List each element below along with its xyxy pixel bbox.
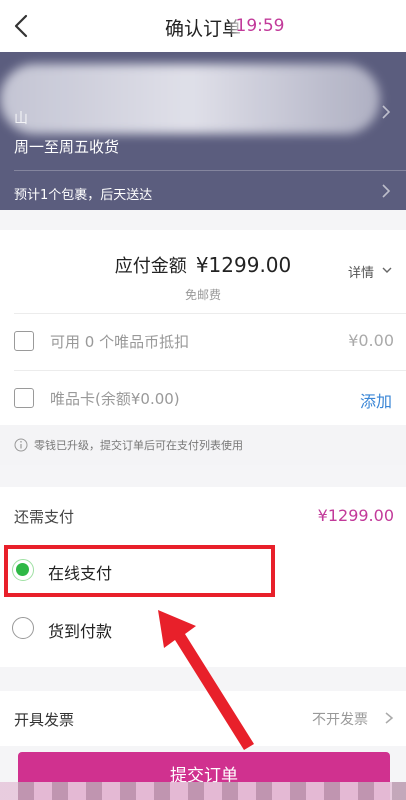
amount-value: ¥1299.00 (195, 253, 292, 277)
coin-checkbox[interactable] (14, 331, 34, 351)
delivery-estimate[interactable]: 预计1个包裹，后天送达 (14, 184, 152, 203)
invoice-label: 开具发票 (14, 711, 75, 729)
notice-text: 零钱已升级，提交订单后可在支付列表使用 (34, 439, 243, 452)
chevron-down-icon[interactable] (382, 264, 392, 276)
remaining-value: ¥1299.00 (317, 506, 394, 525)
amount-label: 应付金额 (114, 256, 187, 277)
shipping-note: 免邮费 (184, 288, 221, 302)
highlight-box (4, 545, 275, 597)
chevron-right-icon (382, 105, 391, 119)
coin-label: 可用 0 个唯品币抵扣 (50, 333, 190, 351)
info-icon (14, 438, 28, 452)
invoice-row[interactable]: 开具发票 不开发票 (0, 691, 406, 746)
receive-time: 周一至周五收货 (14, 138, 120, 156)
address-section[interactable]: 山 周一至周五收货 预计1个包裹，后天送达 (0, 52, 406, 210)
coin-deduction-row[interactable]: 可用 0 个唯品币抵扣 ¥0.00 (0, 314, 406, 370)
vip-card-checkbox[interactable] (14, 388, 34, 408)
bottom-overlay (0, 782, 406, 800)
order-summary-card: 应付金额 ¥1299.00 免邮费 详情 可用 0 个唯品币抵扣 ¥0.00 唯… (0, 230, 406, 465)
blurred-address (0, 64, 380, 134)
address-partial-text: 山 (14, 111, 28, 127)
cod-label[interactable]: 货到付款 (48, 618, 112, 642)
divider (14, 170, 406, 171)
detail-link[interactable]: 详情 (348, 262, 374, 281)
page-title: 确认订单 (164, 18, 241, 40)
amount-row: 应付金额 ¥1299.00 (0, 252, 406, 278)
vip-card-label: 唯品卡(余额¥0.00) (50, 390, 180, 408)
coin-value: ¥0.00 (348, 331, 394, 350)
add-card-link[interactable]: 添加 (360, 388, 392, 412)
remaining-label: 还需支付 (14, 508, 75, 526)
notice-bar: 零钱已升级，提交订单后可在支付列表使用 (0, 425, 406, 465)
vip-card-row[interactable]: 唯品卡(余额¥0.00) 添加 (0, 371, 406, 427)
invoice-value: 不开发票 (312, 712, 368, 728)
chevron-right-icon (385, 712, 394, 724)
time-display: 19:59 (230, 6, 290, 46)
cod-radio[interactable] (12, 617, 34, 639)
chevron-right-icon (382, 184, 391, 198)
navbar: 确认订单 19:59 (0, 0, 406, 52)
